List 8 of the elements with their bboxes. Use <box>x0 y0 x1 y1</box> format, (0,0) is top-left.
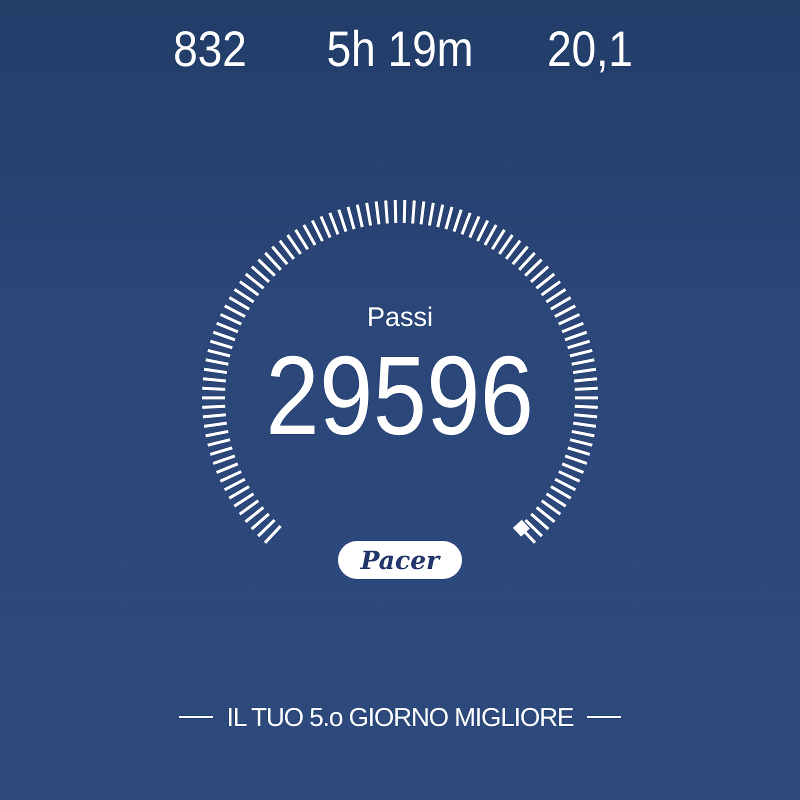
progress-marker-icon <box>512 520 530 537</box>
step-count: 29596 <box>266 341 534 451</box>
stat-value: 832 <box>172 20 248 78</box>
gauge-label: Passi <box>366 301 434 333</box>
logo: Pacer <box>338 541 462 579</box>
stat-value: 20,1 <box>546 20 634 78</box>
rank-text: IL TUO 5.o GIORNO MIGLIORE <box>226 701 574 734</box>
stat-value: 5h 19m <box>326 20 474 78</box>
